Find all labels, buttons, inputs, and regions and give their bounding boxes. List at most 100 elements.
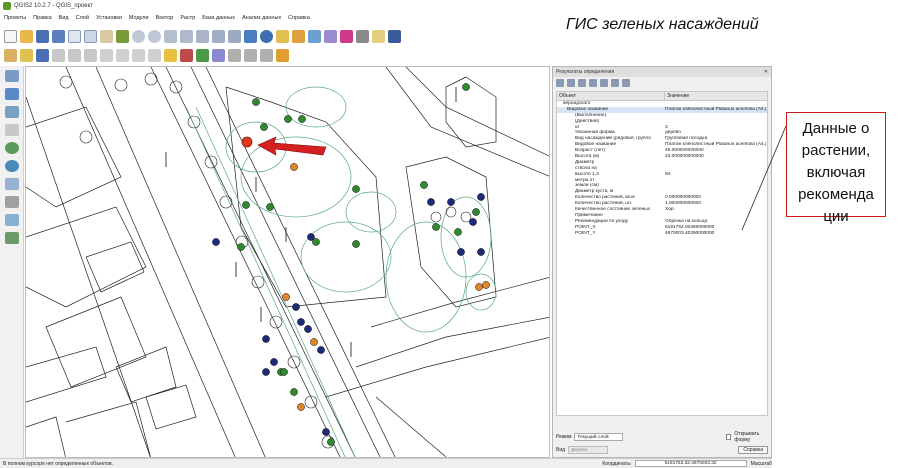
window-titlebar: QGIS2 10.2.7 - QGIS_проект bbox=[0, 0, 560, 12]
zoom-last-icon[interactable] bbox=[212, 29, 225, 43]
mode-label: Режим bbox=[556, 434, 572, 440]
settings-icon[interactable] bbox=[622, 79, 630, 87]
attribute-table-icon[interactable] bbox=[308, 29, 321, 43]
diagram-icon[interactable] bbox=[260, 48, 273, 62]
results-header: Объект Значение bbox=[557, 92, 767, 101]
qgis-logo-icon bbox=[3, 2, 11, 10]
coordinate-field[interactable]: 5191752.32,4970003.32 bbox=[634, 460, 747, 467]
label-rotate-icon[interactable] bbox=[228, 48, 241, 62]
print-results-icon[interactable] bbox=[611, 79, 619, 87]
save-project-icon[interactable] bbox=[36, 29, 49, 43]
map-canvas[interactable] bbox=[25, 66, 550, 458]
label-change-icon[interactable] bbox=[244, 48, 257, 62]
identify-features-icon[interactable] bbox=[260, 29, 273, 43]
slide-heading: ГИС зеленых насаждений bbox=[566, 16, 759, 33]
label-icon[interactable] bbox=[164, 48, 177, 62]
menu-database[interactable]: База данных bbox=[202, 15, 235, 21]
column-value[interactable]: Значение bbox=[665, 92, 691, 100]
expand-new-icon[interactable] bbox=[578, 79, 586, 87]
menu-bar: Проекты Правка Вид Слой Установки Модули… bbox=[0, 12, 560, 24]
new-bookmark-icon[interactable] bbox=[388, 29, 401, 43]
add-postgis-layer-icon[interactable] bbox=[4, 106, 19, 118]
selected-tree-marker[interactable] bbox=[241, 136, 253, 148]
new-temporary-layer-icon[interactable] bbox=[4, 232, 19, 244]
menu-raster[interactable]: Растр bbox=[180, 15, 195, 21]
layout-manager-icon[interactable] bbox=[84, 29, 97, 43]
zoom-next-icon[interactable] bbox=[228, 29, 241, 43]
python-console-icon[interactable] bbox=[276, 48, 289, 62]
map-tips-icon[interactable] bbox=[372, 29, 385, 43]
mode-bar: Режим Текущий слой Открывать форму bbox=[553, 431, 771, 443]
save-as-icon[interactable] bbox=[52, 29, 65, 43]
copy-feature-icon[interactable] bbox=[600, 79, 608, 87]
open-form-checkbox[interactable] bbox=[726, 434, 732, 440]
paste-features-icon[interactable] bbox=[148, 48, 161, 62]
menu-vector[interactable]: Вектор bbox=[156, 15, 174, 21]
label-pin-icon[interactable] bbox=[180, 48, 193, 62]
menu-plugins[interactable]: Модули bbox=[129, 15, 149, 21]
result-row[interactable]: POINT_Y 4970003.40390000000 bbox=[557, 231, 767, 237]
copy-features-icon[interactable] bbox=[132, 48, 145, 62]
add-feature-icon[interactable] bbox=[52, 48, 65, 62]
statistics-icon[interactable] bbox=[340, 29, 353, 43]
vertex-tool-icon[interactable] bbox=[84, 48, 97, 62]
zoom-in-icon[interactable] bbox=[132, 29, 145, 43]
deselect-icon[interactable] bbox=[292, 29, 305, 43]
zoom-full-icon[interactable] bbox=[164, 29, 177, 43]
add-spatialite-layer-icon[interactable] bbox=[4, 124, 19, 136]
results-rows: вернадского Видовое название Платан клёнол… bbox=[557, 101, 767, 236]
open-project-icon[interactable] bbox=[20, 29, 33, 43]
zoom-selection-icon[interactable] bbox=[196, 29, 209, 43]
map-drawing bbox=[26, 67, 549, 457]
menu-settings[interactable]: Установки bbox=[96, 15, 122, 21]
view-label: Вид bbox=[556, 446, 566, 453]
zoom-layer-icon[interactable] bbox=[180, 29, 193, 43]
save-edits-icon[interactable] bbox=[36, 48, 49, 62]
mode-select[interactable]: Текущий слой bbox=[574, 433, 624, 441]
main-toolbar bbox=[0, 27, 560, 45]
panel-close-icon[interactable]: ✕ bbox=[764, 69, 768, 75]
field-calculator-icon[interactable] bbox=[324, 29, 337, 43]
menu-project[interactable]: Проекты bbox=[4, 15, 26, 21]
pan-to-selection-icon[interactable] bbox=[116, 29, 129, 43]
menu-view[interactable]: Вид bbox=[59, 15, 69, 21]
scale-label: Масштаб bbox=[750, 460, 772, 467]
panel-title-bar: Результаты определения ✕ bbox=[553, 67, 771, 77]
menu-layer[interactable]: Слой bbox=[76, 15, 89, 21]
move-feature-icon[interactable] bbox=[68, 48, 81, 62]
panel-toolbar bbox=[553, 77, 771, 89]
pan-icon[interactable] bbox=[100, 29, 113, 43]
add-raster-layer-icon[interactable] bbox=[4, 88, 19, 100]
layer-toolbar bbox=[0, 66, 24, 458]
new-project-icon[interactable] bbox=[4, 29, 17, 43]
add-wcs-layer-icon[interactable] bbox=[4, 160, 19, 172]
add-wms-layer-icon[interactable] bbox=[4, 142, 19, 154]
info-callout: Данные о растении, включая рекоменда ции bbox=[786, 112, 886, 225]
view-select[interactable]: Дерево bbox=[568, 445, 609, 454]
clear-results-icon[interactable] bbox=[589, 79, 597, 87]
current-edits-icon[interactable] bbox=[4, 48, 17, 62]
expand-tree-icon[interactable] bbox=[556, 79, 564, 87]
menu-help[interactable]: Справка bbox=[288, 15, 310, 21]
toggle-editing-icon[interactable] bbox=[20, 48, 33, 62]
refresh-icon[interactable] bbox=[244, 29, 257, 43]
add-vector-layer-icon[interactable] bbox=[4, 70, 19, 82]
menu-analysis[interactable]: Анализ данных bbox=[242, 15, 281, 21]
column-object[interactable]: Объект bbox=[557, 92, 665, 100]
label-show-hide-icon[interactable] bbox=[196, 48, 209, 62]
print-layout-icon[interactable] bbox=[68, 29, 81, 43]
help-button[interactable]: Справка bbox=[738, 445, 768, 454]
menu-edit[interactable]: Правка bbox=[33, 15, 52, 21]
cut-features-icon[interactable] bbox=[116, 48, 129, 62]
collapse-tree-icon[interactable] bbox=[567, 79, 575, 87]
open-form-label: Открывать форму bbox=[734, 431, 760, 443]
new-shapefile-icon[interactable] bbox=[4, 214, 19, 226]
measure-icon[interactable] bbox=[356, 29, 369, 43]
select-features-icon[interactable] bbox=[276, 29, 289, 43]
zoom-out-icon[interactable] bbox=[148, 29, 161, 43]
results-table[interactable]: Объект Значение вернадского Видовое назва… bbox=[556, 91, 768, 416]
delete-selected-icon[interactable] bbox=[100, 48, 113, 62]
add-wfs-layer-icon[interactable] bbox=[4, 178, 19, 190]
add-delimited-text-icon[interactable] bbox=[4, 196, 19, 208]
label-move-icon[interactable] bbox=[212, 48, 225, 62]
